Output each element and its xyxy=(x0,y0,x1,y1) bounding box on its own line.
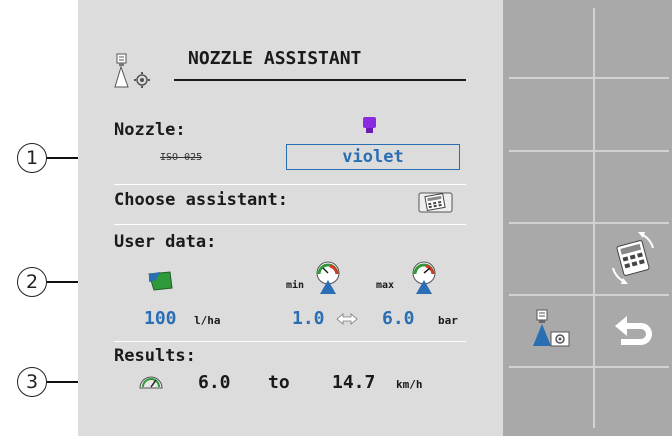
softkey-11[interactable] xyxy=(503,368,593,436)
min-pressure-gauge-icon xyxy=(316,261,340,294)
nozzle-value-field[interactable]: violet xyxy=(286,144,460,170)
nozzle-settings-icon xyxy=(114,53,150,88)
assistant-calculator-icon[interactable] xyxy=(418,190,454,216)
calculator-icon xyxy=(612,232,654,284)
callout-3: 3 xyxy=(17,367,47,397)
min-pressure-value[interactable]: 1.0 xyxy=(292,308,325,329)
max-pressure-value[interactable]: 6.0 xyxy=(382,308,415,329)
softkey-12[interactable] xyxy=(595,368,672,436)
choose-assistant-label: Choose assistant: xyxy=(114,190,288,210)
speed-to-value: 14.7 xyxy=(332,372,376,393)
calculator-softkey[interactable] xyxy=(595,224,672,294)
callout-1: 1 xyxy=(17,143,47,173)
softkey-5[interactable] xyxy=(503,152,593,222)
min-label: min xyxy=(286,280,305,291)
divider-1 xyxy=(114,184,466,185)
softkey-6[interactable] xyxy=(595,152,672,222)
max-label: max xyxy=(376,280,395,291)
title-underline xyxy=(174,79,466,81)
application-rate-value[interactable]: 100 xyxy=(144,308,177,329)
speed-unit: km/h xyxy=(396,378,423,391)
violet-nozzle-icon xyxy=(363,117,376,133)
softkey-2[interactable] xyxy=(595,0,672,77)
nozzle-settings-softkey[interactable] xyxy=(503,296,593,366)
application-rate-unit: l/ha xyxy=(194,314,221,327)
nozzle-value: violet xyxy=(342,147,404,167)
page-title: NOZZLE ASSISTANT xyxy=(188,48,362,69)
terminal-screen: NOZZLE ASSISTANT Nozzle: ISO 025 violet … xyxy=(78,0,503,436)
softkey-panel xyxy=(503,0,672,436)
divider-3 xyxy=(114,341,466,342)
speedometer-icon xyxy=(139,376,163,389)
results-label: Results: xyxy=(114,346,196,366)
callout-2: 2 xyxy=(17,267,47,297)
divider-2 xyxy=(114,224,466,225)
field-area-icon xyxy=(148,271,173,291)
back-icon xyxy=(615,316,652,345)
speed-from-value: 6.0 xyxy=(198,372,231,393)
speed-to-label: to xyxy=(268,372,290,393)
softkey-3[interactable] xyxy=(503,79,593,150)
pressure-unit: bar xyxy=(438,314,458,327)
user-data-label: User data: xyxy=(114,232,217,252)
softkey-4[interactable] xyxy=(595,79,672,150)
range-arrows-icon xyxy=(336,313,358,325)
softkey-1[interactable] xyxy=(503,0,593,77)
nozzle-label: Nozzle: xyxy=(114,120,186,140)
back-softkey[interactable] xyxy=(595,296,672,366)
max-pressure-gauge-icon xyxy=(412,261,436,294)
nozzle-settings-softkey-icon xyxy=(533,309,570,347)
softkey-7[interactable] xyxy=(503,224,593,294)
iso-code-label: ISO 025 xyxy=(160,152,203,163)
